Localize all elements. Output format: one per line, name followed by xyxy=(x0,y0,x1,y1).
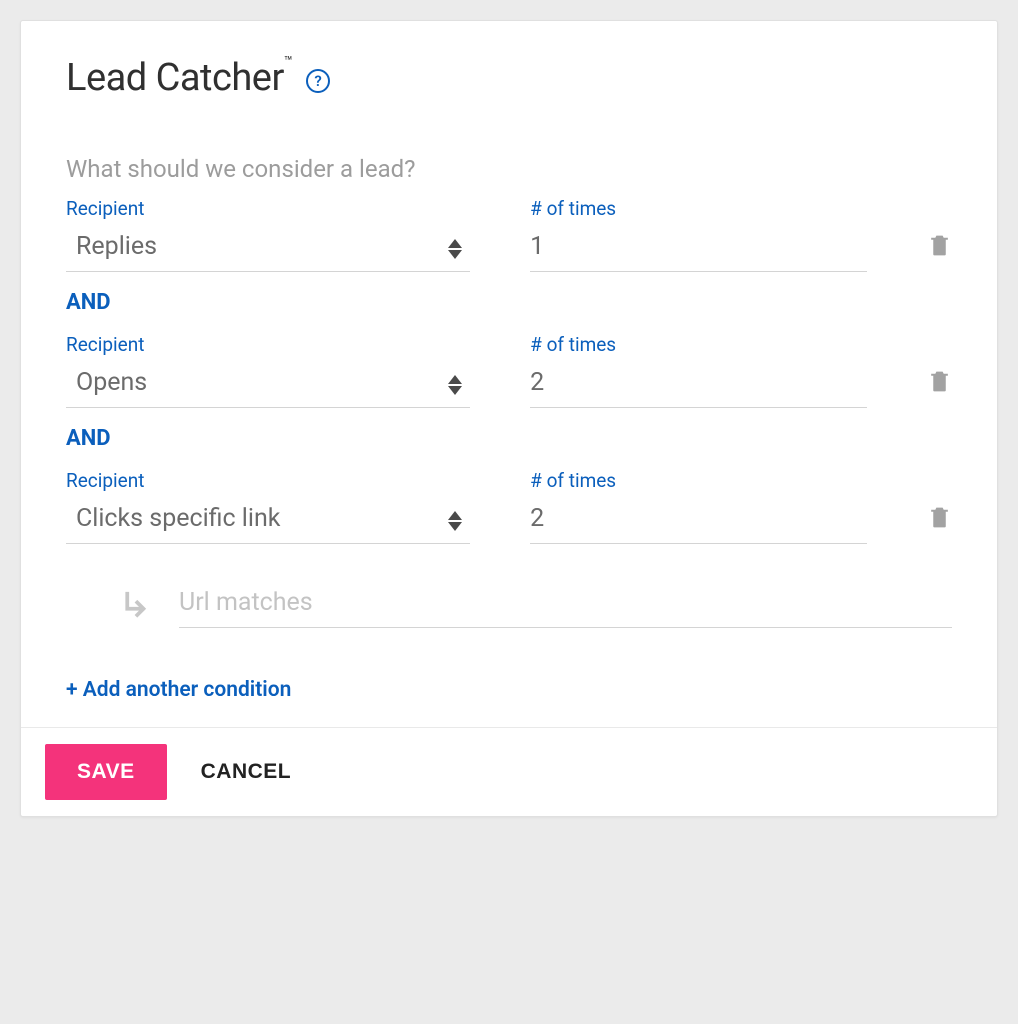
times-field: # of times 1 xyxy=(530,197,867,272)
operator-and: AND xyxy=(66,290,952,315)
url-placeholder: Url matches xyxy=(179,588,313,617)
select-arrows-icon xyxy=(448,375,462,395)
title-text: Lead Catcher xyxy=(66,56,284,100)
recipient-label: Recipient xyxy=(66,333,470,356)
recipient-select-value: Clicks specific link xyxy=(76,504,280,533)
card-body: Lead Catcher™ ? What should we consider … xyxy=(21,21,997,727)
recipient-label: Recipient xyxy=(66,197,470,220)
recipient-select-value: Opens xyxy=(76,368,147,397)
sub-arrow-icon xyxy=(121,589,151,621)
recipient-field: Recipient Opens xyxy=(66,333,470,408)
times-input-value: 1 xyxy=(530,232,544,261)
times-label: # of times xyxy=(530,333,867,356)
times-field: # of times 2 xyxy=(530,469,867,544)
page-title: Lead Catcher™ xyxy=(66,56,292,100)
condition-row: Recipient Replies # of times 1 xyxy=(66,197,952,272)
condition-row: Recipient Opens # of times 2 xyxy=(66,333,952,408)
recipient-field: Recipient Clicks specific link xyxy=(66,469,470,544)
lead-catcher-card: Lead Catcher™ ? What should we consider … xyxy=(20,20,998,817)
recipient-select[interactable]: Clicks specific link xyxy=(66,498,470,544)
recipient-select[interactable]: Opens xyxy=(66,362,470,408)
subcondition-row: Url matches xyxy=(66,582,952,628)
subtitle: What should we consider a lead? xyxy=(66,155,952,183)
select-arrows-icon xyxy=(448,511,462,531)
trademark-symbol: ™ xyxy=(284,54,292,70)
recipient-select[interactable]: Replies xyxy=(66,226,470,272)
times-label: # of times xyxy=(530,197,867,220)
recipient-label: Recipient xyxy=(66,469,470,492)
url-matches-input[interactable]: Url matches xyxy=(179,582,952,628)
card-footer: SAVE CANCEL xyxy=(21,727,997,816)
title-row: Lead Catcher™ ? xyxy=(66,56,952,100)
times-field: # of times 2 xyxy=(530,333,867,408)
condition-row: Recipient Clicks specific link # of time… xyxy=(66,469,952,544)
times-input-value: 2 xyxy=(530,504,544,533)
trash-icon[interactable] xyxy=(927,502,952,532)
recipient-select-value: Replies xyxy=(76,232,157,261)
cancel-button[interactable]: CANCEL xyxy=(201,760,292,784)
trash-icon[interactable] xyxy=(927,366,952,396)
help-icon[interactable]: ? xyxy=(306,69,330,93)
times-input[interactable]: 1 xyxy=(530,226,867,272)
operator-and: AND xyxy=(66,426,952,451)
save-button[interactable]: SAVE xyxy=(45,744,167,800)
trash-icon[interactable] xyxy=(927,230,952,260)
times-input[interactable]: 2 xyxy=(530,362,867,408)
recipient-field: Recipient Replies xyxy=(66,197,470,272)
times-label: # of times xyxy=(530,469,867,492)
times-input-value: 2 xyxy=(530,368,544,397)
times-input[interactable]: 2 xyxy=(530,498,867,544)
select-arrows-icon xyxy=(448,239,462,259)
add-another-condition-link[interactable]: + Add another condition xyxy=(66,678,291,702)
